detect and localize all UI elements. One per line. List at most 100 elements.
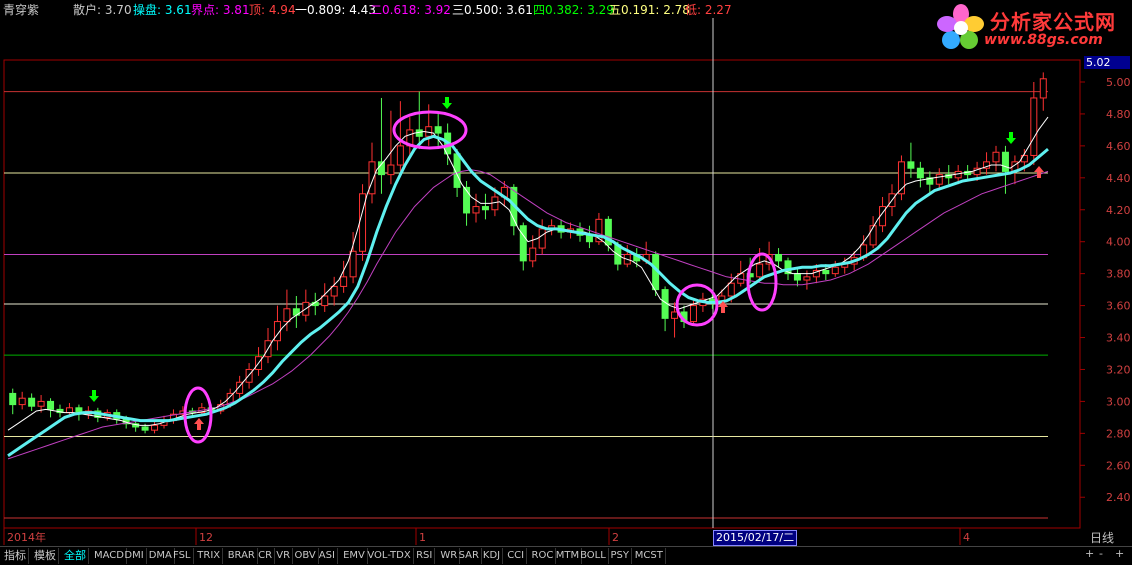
- y-tick-label: 3.20: [1106, 363, 1131, 376]
- candle-body: [671, 311, 679, 319]
- zoom-out-button[interactable]: -: [1099, 547, 1103, 560]
- y-tick-label: 4.20: [1106, 204, 1131, 217]
- candle-body: [28, 397, 36, 407]
- sell-arrow-icon: [89, 390, 99, 402]
- candle-body: [907, 161, 915, 169]
- tab-boll[interactable]: BOLL: [578, 548, 609, 564]
- candle-body: [775, 253, 783, 262]
- tab-rsi[interactable]: RSI: [414, 548, 436, 564]
- signal-ellipse: [675, 283, 719, 327]
- tab-sar[interactable]: SAR: [457, 548, 482, 564]
- flower-logo-icon: [937, 4, 984, 49]
- candle-body: [321, 295, 329, 307]
- candle-body: [245, 368, 253, 383]
- candle-body: [822, 269, 830, 275]
- candle-body: [434, 126, 442, 134]
- candle-body: [9, 392, 17, 406]
- candle-body: [803, 276, 811, 281]
- candle-body: [368, 161, 376, 195]
- current-price-box: 5.02: [1084, 56, 1130, 69]
- tab-vr[interactable]: VR: [274, 548, 294, 564]
- tab-trix[interactable]: TRIX: [195, 548, 224, 564]
- logo-url: www.88gs.com: [984, 32, 1103, 48]
- candle-body: [1001, 151, 1009, 172]
- y-tick-label: 5.00: [1106, 76, 1131, 89]
- candle-body: [47, 400, 55, 410]
- crosshair-date: 2015/02/17/二: [713, 530, 798, 546]
- x-tick-label: 2014年: [7, 530, 46, 544]
- candle-body: [727, 282, 735, 297]
- candle-body: [1039, 78, 1047, 99]
- candle-body: [349, 250, 357, 278]
- tab-vol-tdx[interactable]: VOL-TDX: [365, 548, 414, 564]
- zoom-in-button[interactable]: +: [1085, 547, 1094, 560]
- sell-arrow-icon: [1006, 132, 1016, 144]
- candle-body: [538, 228, 546, 249]
- tab-asi[interactable]: ASI: [317, 548, 338, 564]
- tab-全部[interactable]: 全部: [62, 548, 89, 564]
- candlestick-chart[interactable]: 5.00 4.80 4.60 4.40 4.20 4.00 3.80 3.60 3.40 3.20…: [0, 0, 1132, 546]
- x-tick-label: 1: [419, 531, 426, 544]
- x-tick-label: 2: [612, 531, 619, 544]
- candle-body: [330, 285, 338, 297]
- y-tick-label: 4.00: [1106, 236, 1131, 249]
- candle-body: [756, 263, 764, 278]
- tab-psy[interactable]: PSY: [609, 548, 632, 564]
- y-tick-label: 2.80: [1106, 427, 1131, 440]
- tab-brar[interactable]: BRAR: [226, 548, 258, 564]
- y-tick-label: 3.00: [1106, 395, 1131, 408]
- candle-body: [935, 174, 943, 185]
- tab-dmi[interactable]: DMI: [122, 548, 147, 564]
- candle-body: [18, 397, 26, 406]
- candle-body: [529, 247, 537, 262]
- candle-body: [916, 167, 924, 179]
- y-tick-label: 3.60: [1106, 300, 1131, 313]
- candle-body: [387, 164, 395, 176]
- period-label[interactable]: 日线: [1090, 529, 1114, 546]
- expand-button[interactable]: +: [1115, 547, 1124, 560]
- candle-body: [689, 305, 697, 323]
- tab-emv[interactable]: EMV: [341, 548, 368, 564]
- candle-body: [472, 206, 480, 214]
- candle-body: [340, 276, 348, 287]
- buy-arrow-icon: [1034, 166, 1044, 178]
- y-tick-label: 2.40: [1106, 491, 1131, 504]
- tab-指标[interactable]: 指标: [2, 548, 29, 564]
- y-tick-label: 4.60: [1106, 140, 1131, 153]
- tab-mcst[interactable]: MCST: [633, 548, 666, 564]
- tab-roc[interactable]: ROC: [530, 548, 557, 564]
- logo-name: 分析家公式网: [990, 10, 1116, 34]
- tab-cr[interactable]: CR: [256, 548, 276, 564]
- candle-body: [396, 145, 404, 166]
- x-tick-label: 12: [199, 531, 213, 544]
- brand-logo: 分析家公式网 www.88gs.com: [934, 2, 1130, 54]
- candle-body: [283, 308, 291, 323]
- tab-fsl[interactable]: FSL: [171, 548, 194, 564]
- tab-模板[interactable]: 模板: [32, 548, 59, 564]
- tab-cci[interactable]: CCI: [505, 548, 528, 564]
- y-tick-label: 2.60: [1106, 459, 1131, 472]
- candle-body: [65, 407, 73, 414]
- buy-arrow-icon: [194, 418, 204, 430]
- indicator-tab-bar: 指标 模板 全部 MACD DMI DMA FSL TRIX BRAR CR VR OBV ASI EMV…: [0, 546, 1132, 565]
- y-tick-label: 3.40: [1106, 332, 1131, 345]
- candle-body: [141, 426, 149, 431]
- tab-obv[interactable]: OBV: [293, 548, 319, 564]
- white-ma-line: [7, 116, 1049, 431]
- y-tick-label: 3.80: [1106, 268, 1131, 281]
- candle-body: [869, 225, 877, 246]
- candle-body: [37, 400, 45, 407]
- candle-body: [481, 206, 489, 211]
- candle-body: [151, 424, 159, 431]
- signal-ellipse: [746, 252, 778, 312]
- candle-body: [519, 225, 527, 262]
- y-tick-label: 4.80: [1106, 108, 1131, 121]
- tab-kdj[interactable]: KDJ: [481, 548, 504, 564]
- y-tick-label: 4.40: [1106, 172, 1131, 185]
- candle-body: [992, 151, 1000, 163]
- candle-body: [1030, 97, 1038, 156]
- candle-body: [831, 266, 839, 275]
- sell-arrow-icon: [442, 97, 452, 109]
- x-tick-label: 4: [963, 531, 970, 544]
- chart-frame: [3, 59, 1081, 529]
